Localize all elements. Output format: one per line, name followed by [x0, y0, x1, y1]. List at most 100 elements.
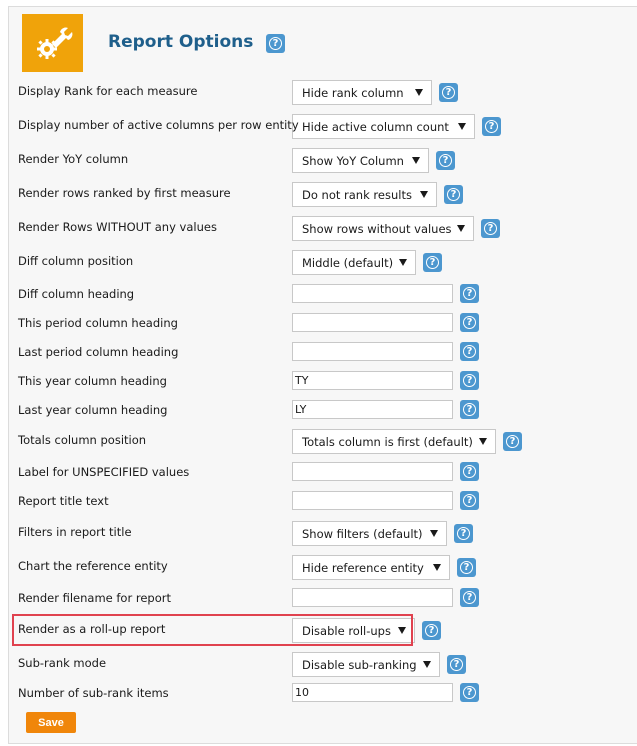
option-label: Filters in report title [18, 525, 132, 539]
dropdown-arrow-icon [458, 123, 466, 130]
option-row: Do not rank results Render rows ranked by… [0, 182, 637, 210]
help-icon[interactable]: ? [460, 313, 479, 332]
option-label: Number of sub-rank items [18, 686, 169, 700]
help-icon[interactable]: ? [444, 185, 463, 204]
option-select-value: Middle (default) [302, 255, 394, 270]
help-icon[interactable]: ? [457, 558, 476, 577]
help-icon[interactable]: ? [460, 371, 479, 390]
help-icon[interactable]: ? [460, 400, 479, 419]
option-row: TY This year column heading? [0, 371, 637, 399]
wrench-gear-glyph [36, 27, 72, 59]
option-row: Totals column is first (default) Totals c… [0, 429, 637, 457]
option-select[interactable]: Disable sub-ranking [292, 652, 440, 677]
option-label: Diff column position [18, 254, 134, 268]
help-icon[interactable]: ? [266, 34, 285, 53]
option-select-value: Disable sub-ranking [302, 657, 417, 672]
dropdown-arrow-icon [420, 191, 428, 198]
dropdown-arrow-icon [412, 157, 420, 164]
help-icon[interactable]: ? [460, 683, 479, 702]
option-label: Diff column heading [18, 287, 135, 301]
option-row: Render filename for report? [0, 588, 637, 616]
help-icon[interactable]: ? [460, 462, 479, 481]
option-row: This period column heading? [0, 313, 637, 341]
save-button[interactable]: Save [26, 712, 76, 733]
option-select-value: Do not rank results [302, 187, 412, 202]
option-row: Report title text? [0, 491, 637, 519]
option-select-value: Show YoY Column [302, 153, 404, 168]
option-text-input[interactable] [292, 588, 453, 607]
dropdown-arrow-icon [423, 661, 431, 668]
help-icon[interactable]: ? [460, 342, 479, 361]
option-row: Diff column heading? [0, 284, 637, 312]
option-select[interactable]: Hide reference entity [292, 555, 450, 580]
option-select-value: Totals column is first (default) [302, 434, 473, 449]
option-label: Last year column heading [18, 403, 168, 417]
option-select-value: Hide active column count [302, 119, 449, 134]
option-label: Label for UNSPECIFIED values [18, 465, 190, 479]
highlight-box [12, 614, 413, 646]
help-icon[interactable]: ? [454, 524, 473, 543]
option-text-input[interactable] [292, 462, 453, 481]
option-select-value: Hide rank column [302, 85, 404, 100]
option-select-value: Hide reference entity [302, 560, 424, 575]
option-select-value: Show filters (default) [302, 526, 423, 541]
option-text-input[interactable]: LY [292, 400, 453, 419]
option-row: Hide rank column Display Rank for each me… [0, 80, 637, 108]
help-icon[interactable]: ? [460, 284, 479, 303]
option-text-input[interactable]: 10 [292, 683, 453, 702]
option-label: Render Rows WITHOUT any values [18, 220, 217, 234]
help-icon[interactable]: ? [439, 83, 458, 102]
option-row: Disable sub-ranking Sub-rank mode? [0, 652, 637, 680]
option-text-input[interactable] [292, 342, 453, 361]
option-label: Render filename for report [18, 591, 171, 605]
help-icon[interactable]: ? [482, 117, 501, 136]
option-row: Label for UNSPECIFIED values? [0, 462, 637, 490]
option-text-input[interactable] [292, 284, 453, 303]
help-icon[interactable]: ? [503, 432, 522, 451]
help-icon[interactable]: ? [460, 491, 479, 510]
option-text-input[interactable]: TY [292, 371, 453, 390]
page-title: Report Options [108, 32, 254, 52]
option-select[interactable]: Middle (default) [292, 250, 416, 275]
option-select-value: Show rows without values [302, 221, 452, 236]
help-icon[interactable]: ? [481, 219, 500, 238]
help-icon[interactable]: ? [423, 253, 442, 272]
option-row: Show filters (default) Filters in report … [0, 521, 637, 549]
dropdown-arrow-icon [479, 438, 487, 445]
option-label: Display number of active columns per row… [18, 118, 299, 132]
option-select[interactable]: Hide rank column [292, 80, 432, 105]
option-row: Middle (default) Diff column position? [0, 250, 637, 278]
help-icon[interactable]: ? [422, 621, 441, 640]
option-row: LY Last year column heading? [0, 400, 637, 428]
option-select[interactable]: Show rows without values [292, 216, 474, 241]
option-row: Show YoY Column Render YoY column? [0, 148, 637, 176]
option-select[interactable]: Totals column is first (default) [292, 429, 496, 454]
option-text-input[interactable] [292, 491, 453, 510]
option-select[interactable]: Show YoY Column [292, 148, 429, 173]
wrench-gear-icon [22, 14, 83, 72]
option-select[interactable]: Show filters (default) [292, 521, 447, 546]
option-row: Hide reference entity Chart the reference… [0, 555, 637, 583]
option-text-input[interactable] [292, 313, 453, 332]
dropdown-arrow-icon [399, 259, 407, 266]
help-icon[interactable]: ? [447, 655, 466, 674]
option-row: Show rows without values Render Rows WITH… [0, 216, 637, 244]
dropdown-arrow-icon [430, 530, 438, 537]
dropdown-arrow-icon [457, 225, 465, 232]
help-icon[interactable]: ? [436, 151, 455, 170]
option-label: This year column heading [18, 374, 167, 388]
option-label: This period column heading [18, 316, 178, 330]
help-icon[interactable]: ? [460, 588, 479, 607]
option-label: Display Rank for each measure [18, 84, 198, 98]
option-label: Render YoY column [18, 152, 129, 166]
option-label: Last period column heading [18, 345, 179, 359]
option-label: Sub-rank mode [18, 656, 107, 670]
option-label: Chart the reference entity [18, 559, 168, 573]
option-label: Report title text [18, 494, 109, 508]
dropdown-arrow-icon [415, 89, 423, 96]
option-select[interactable]: Hide active column count [292, 114, 475, 139]
option-select[interactable]: Do not rank results [292, 182, 437, 207]
option-label: Totals column position [18, 433, 147, 447]
option-row: 10 Number of sub-rank items? [0, 683, 637, 711]
option-label: Render rows ranked by first measure [18, 186, 231, 200]
